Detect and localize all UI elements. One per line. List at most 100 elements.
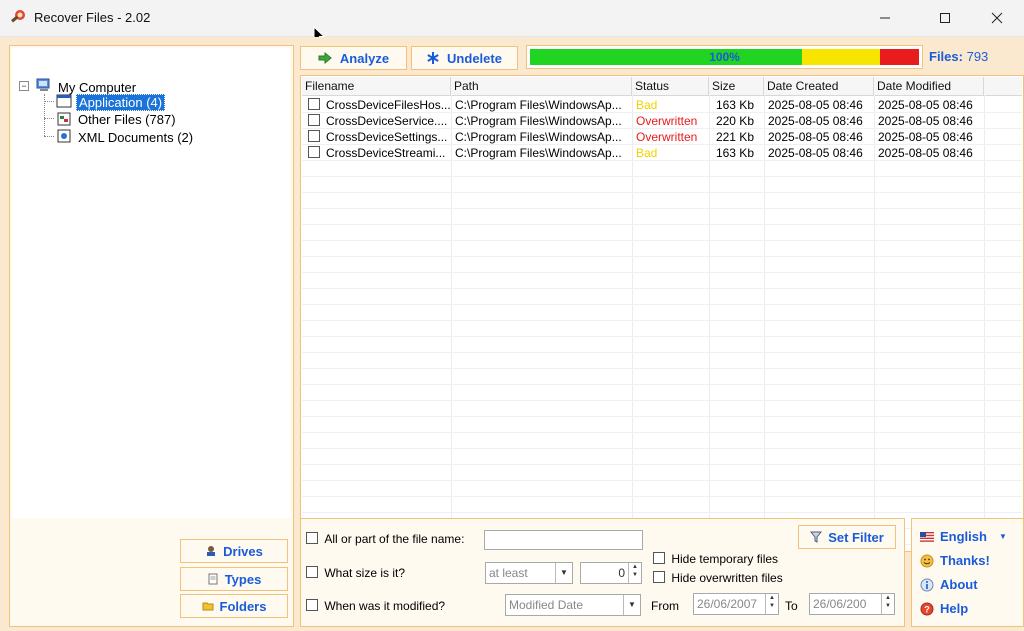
grid-row-divider [302,368,1022,369]
cell-modified: 2025-08-05 08:46 [878,146,973,160]
filter-name-input[interactable] [484,530,643,550]
grid-row-divider [302,176,1022,177]
set-filter-button[interactable]: Set Filter [798,525,896,549]
thanks-label: Thanks! [940,553,990,568]
row-checkbox[interactable] [308,98,320,110]
filter-size-checkbox[interactable] [306,566,318,578]
progress-bar: 100% [526,45,923,69]
cell-filename: CrossDeviceFilesHos... [302,97,451,113]
grid-row-divider [302,192,1022,193]
files-count: Files: 793 [929,49,988,64]
cell-created: 2025-08-05 08:46 [768,114,863,128]
maximize-icon [940,13,950,23]
grid-row-divider [302,224,1022,225]
filter-name-row: All or part of the file name: [306,532,464,546]
hide-overwritten-checkbox[interactable] [653,571,665,583]
modified-mode-select[interactable]: Modified Date ▼ [505,594,641,616]
table-row[interactable]: CrossDeviceService.... C:\Program Files\W… [302,113,1022,129]
spinner-arrows-icon[interactable]: ▲ ▼ [628,563,641,583]
undelete-label: Undelete [447,50,502,66]
application-icon [56,94,72,108]
to-label: To [785,599,798,613]
drives-button[interactable]: Drives [180,539,288,563]
filename-text: CrossDeviceFilesHos... [326,98,451,112]
table-row[interactable]: CrossDeviceSettings... C:\Program Files\W… [302,129,1022,145]
tree-collapse-toggle[interactable]: − [19,81,29,91]
grid-row-divider [302,208,1022,209]
chevron-down-icon: ▼ [623,595,640,615]
spinner-arrows-icon[interactable]: ▲ ▼ [881,594,894,614]
spinner-arrows-icon[interactable]: ▲ ▼ [765,594,778,614]
analyze-label: Analyze [339,50,390,66]
language-selector[interactable]: English ▼ [920,529,1007,544]
folder-tree: − My Computer Application (4) Other File… [12,48,290,518]
tree-item-other-files[interactable]: Other Files (787) [78,111,176,128]
folders-button[interactable]: Folders [180,594,288,618]
minimize-button[interactable] [862,0,908,36]
side-menu: English ▼ Thanks! About ? Help [911,518,1024,627]
title-bar: Recover Files - 2.02 [0,0,1024,44]
chevron-down-icon: ▼ [555,563,572,583]
filter-modified-checkbox[interactable] [306,599,318,611]
filter-size-label: What size is it? [324,566,406,580]
cell-modified: 2025-08-05 08:46 [878,98,973,112]
cell-status: Overwritten [636,130,698,144]
about-label: About [940,577,978,592]
grid-row-divider [302,464,1022,465]
maximize-button[interactable] [922,0,968,36]
to-date-value: 26/06/200 [813,597,867,611]
analyze-button[interactable]: Analyze [300,46,407,70]
other-files-icon [57,112,71,126]
table-row[interactable]: CrossDeviceFilesHos... C:\Program Files\W… [302,97,1022,113]
cell-filename: CrossDeviceService.... [302,113,451,129]
thanks-link[interactable]: Thanks! [920,553,990,568]
close-button[interactable] [974,0,1020,36]
tree-item-application[interactable]: Application (4) [76,94,166,111]
cell-size: 163 Kb [715,146,754,160]
cell-modified: 2025-08-05 08:46 [878,114,973,128]
row-checkbox[interactable] [308,146,320,158]
drives-button-label: Drives [223,543,263,559]
column-filename[interactable]: Filename [302,77,451,95]
from-date-input[interactable]: 26/06/2007 ▲ ▼ [693,593,779,615]
column-date-modified[interactable]: Date Modified [874,77,984,95]
column-status[interactable]: Status [632,77,709,95]
column-path[interactable]: Path [451,77,632,95]
cell-created: 2025-08-05 08:46 [768,130,863,144]
table-row[interactable]: CrossDeviceStreami... C:\Program Files\Wi… [302,145,1022,161]
cell-status: Overwritten [636,114,698,128]
grid-row-divider [302,496,1022,497]
grid-row-divider [302,512,1022,513]
tree-item-label: Application (4) [76,94,166,111]
filter-name-checkbox[interactable] [306,532,318,544]
column-date-created[interactable]: Date Created [764,77,874,95]
grid-row-divider [302,400,1022,401]
grid-row-divider [302,384,1022,385]
to-date-input[interactable]: 26/06/200 ▲ ▼ [809,593,895,615]
cell-modified: 2025-08-05 08:46 [878,130,973,144]
progress-text: 100% [709,50,740,64]
grid-row-divider [302,448,1022,449]
cell-path: C:\Program Files\WindowsAp... [455,146,622,160]
about-link[interactable]: About [920,577,978,592]
types-button[interactable]: Types [180,567,288,591]
filename-text: CrossDeviceSettings... [326,130,448,144]
folders-button-label: Folders [219,598,267,614]
column-size[interactable]: Size [709,77,764,95]
types-button-label: Types [224,571,262,587]
window-title: Recover Files - 2.02 [34,10,151,25]
from-date-value: 26/06/2007 [697,597,758,611]
hide-temp-checkbox[interactable] [653,552,665,564]
hide-temp-row: Hide temporary files [653,552,778,566]
size-value-spinner[interactable]: 0 ▲ ▼ [580,562,642,584]
info-icon [920,578,934,591]
row-checkbox[interactable] [308,114,320,126]
size-mode-select[interactable]: at least ▼ [485,562,573,584]
minimize-icon [880,17,890,19]
tree-item-xml-documents[interactable]: XML Documents (2) [78,129,193,146]
files-count-value: 793 [966,49,989,64]
undelete-button[interactable]: Undelete [411,46,518,70]
filter-modified-row: When was it modified? [306,599,445,613]
row-checkbox[interactable] [308,130,320,142]
help-link[interactable]: ? Help [920,601,968,616]
